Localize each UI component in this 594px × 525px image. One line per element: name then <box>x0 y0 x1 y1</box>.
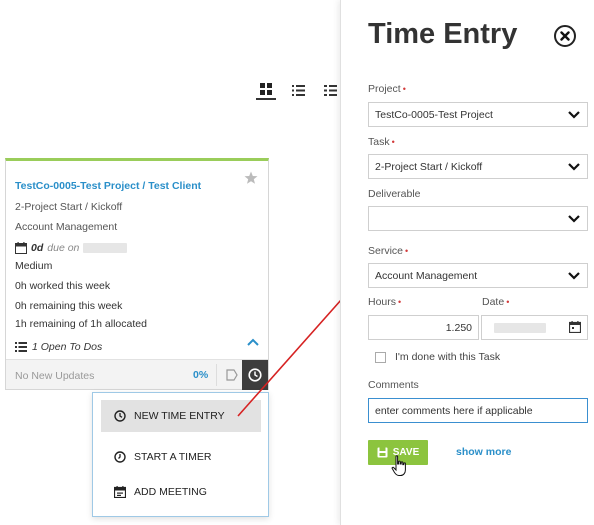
panel-title: Time Entry <box>368 18 518 50</box>
clock-icon <box>114 410 126 422</box>
due-days: 0d <box>31 242 44 254</box>
compact-view-icon[interactable] <box>320 80 340 100</box>
redacted-date <box>83 243 128 253</box>
show-more-link[interactable]: show more <box>456 446 511 458</box>
menu-item-label: ADD MEETING <box>134 486 207 498</box>
list-view-icon[interactable] <box>288 80 308 100</box>
timer-icon <box>114 451 126 463</box>
required-marker: • <box>405 246 409 256</box>
service-label: Service • <box>368 245 409 257</box>
deliverable-label: Deliverable <box>368 188 421 200</box>
card-remaining-week: 0h remaining this week <box>15 300 123 312</box>
project-title-link[interactable]: TestCo-0005-Test Project / Test Client <box>15 180 201 192</box>
required-marker: • <box>398 297 402 307</box>
star-icon[interactable] <box>244 171 258 185</box>
menu-item-start-timer[interactable]: START A TIMER <box>101 441 261 473</box>
hours-input[interactable]: 1.250 <box>368 315 479 340</box>
menu-item-new-time-entry[interactable]: NEW TIME ENTRY <box>101 400 261 432</box>
chevron-down-icon <box>568 163 580 171</box>
grid-view-icon[interactable] <box>256 80 276 100</box>
todos-label: 1 Open To Dos <box>32 341 103 353</box>
required-marker: • <box>506 297 510 307</box>
clock-icon <box>248 368 262 382</box>
chevron-down-icon <box>568 111 580 119</box>
time-menu: NEW TIME ENTRY START A TIMER ADD MEETING <box>92 392 269 517</box>
chevron-down-icon <box>568 215 580 223</box>
project-select[interactable]: TestCo-0005-Test Project <box>368 102 588 127</box>
menu-item-add-meeting[interactable]: ADD MEETING <box>101 476 261 508</box>
calendar-icon <box>15 242 27 254</box>
updates-status: No New Updates <box>15 370 95 382</box>
task-select-value: 2-Project Start / Kickoff <box>375 160 483 173</box>
project-card: TestCo-0005-Test Project / Test Client 2… <box>5 158 269 390</box>
tag-icon[interactable] <box>224 367 240 383</box>
due-row: 0d due on <box>15 242 128 254</box>
card-footer: No New Updates 0% <box>6 359 268 390</box>
required-marker: • <box>391 137 395 147</box>
comments-label: Comments <box>368 379 419 391</box>
chevron-up-icon[interactable] <box>247 337 259 347</box>
calendar-icon <box>114 486 126 498</box>
view-toggles <box>256 80 340 100</box>
done-checkbox[interactable] <box>375 352 386 363</box>
hours-label: Hours • <box>368 296 402 308</box>
close-icon <box>560 31 570 41</box>
card-priority: Medium <box>15 260 53 272</box>
calendar-icon[interactable] <box>569 321 581 333</box>
date-input[interactable] <box>481 315 588 340</box>
project-label: Project • <box>368 83 406 95</box>
service-select-value: Account Management <box>375 269 478 282</box>
card-service: Account Management <box>15 221 118 233</box>
project-select-value: TestCo-0005-Test Project <box>375 108 493 121</box>
chevron-down-icon <box>568 272 580 280</box>
time-entry-panel: Time Entry Project • TestCo-0005-Test Pro… <box>340 0 594 525</box>
card-worked: 0h worked this week <box>15 280 111 292</box>
menu-item-label: NEW TIME ENTRY <box>134 410 225 422</box>
comments-input[interactable]: enter comments here if applicable <box>368 398 588 423</box>
save-icon <box>377 447 388 458</box>
menu-item-label: START A TIMER <box>134 451 212 463</box>
date-label: Date • <box>482 296 510 308</box>
due-on-label: due on <box>47 242 80 254</box>
time-entry-menu-button[interactable] <box>242 360 268 390</box>
deliverable-select[interactable] <box>368 206 588 231</box>
list-icon <box>15 342 27 352</box>
service-select[interactable]: Account Management <box>368 263 588 288</box>
redacted-date <box>494 323 546 333</box>
close-button[interactable] <box>554 25 576 47</box>
card-task: 2-Project Start / Kickoff <box>15 201 123 213</box>
todos-link[interactable]: 1 Open To Dos <box>15 341 102 353</box>
done-checkbox-label: I'm done with this Task <box>395 351 501 363</box>
card-remaining-alloc: 1h remaining of 1h allocated <box>15 318 147 330</box>
hand-cursor-icon <box>391 455 406 476</box>
task-select[interactable]: 2-Project Start / Kickoff <box>368 154 588 179</box>
footer-divider <box>216 364 217 386</box>
task-label: Task • <box>368 136 395 148</box>
required-marker: • <box>402 84 406 94</box>
progress-percent: 0% <box>193 369 209 381</box>
